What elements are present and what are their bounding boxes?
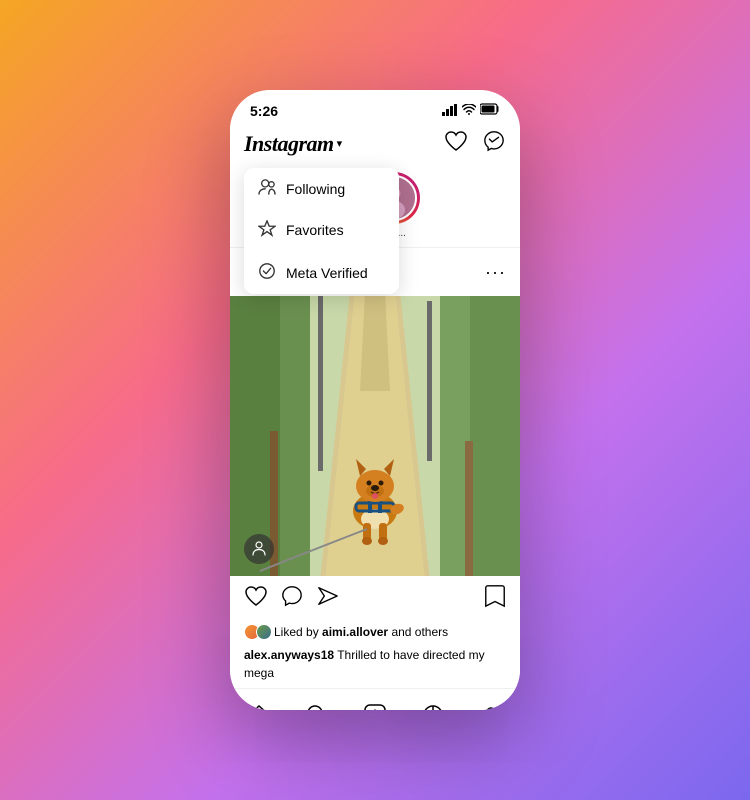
- liked-by-label: Liked by: [274, 625, 319, 639]
- likes-text: Liked by aimi.allover and others: [274, 625, 448, 639]
- likes-row: Liked by aimi.allover and others: [230, 622, 520, 644]
- meta-verified-label: Meta Verified: [286, 265, 368, 281]
- share-button[interactable]: [316, 585, 340, 613]
- favorites-icon: [258, 220, 276, 240]
- comment-button[interactable]: [280, 585, 304, 613]
- battery-icon: [480, 102, 500, 120]
- favorites-label: Favorites: [286, 222, 344, 238]
- likes-avatars: [244, 624, 268, 640]
- dropdown-item-favorites[interactable]: Favorites: [244, 209, 399, 251]
- chevron-down-icon[interactable]: ▾: [337, 137, 343, 151]
- like-button[interactable]: [244, 585, 268, 613]
- nav-add-button[interactable]: [355, 697, 395, 710]
- like-avatar-2: [256, 624, 272, 640]
- nav-profile-button[interactable]: [471, 697, 511, 710]
- status-icons: [442, 102, 500, 120]
- signal-icon: [442, 104, 458, 119]
- wifi-icon: [462, 104, 476, 119]
- bookmark-button[interactable]: [484, 584, 506, 614]
- liker-name[interactable]: aimi.allover: [322, 625, 388, 639]
- dropdown-item-meta-verified[interactable]: Meta Verified: [244, 251, 399, 294]
- instagram-logo[interactable]: Instagram ▾: [244, 131, 342, 157]
- status-time: 5:26: [250, 103, 278, 119]
- caption-row: alex.anyways18 Thrilled to have directed…: [230, 644, 520, 688]
- nav-icons: [444, 130, 506, 158]
- status-bar: 5:26: [230, 90, 520, 126]
- messenger-icon[interactable]: [482, 130, 506, 158]
- following-icon: [258, 179, 276, 198]
- post-more-button[interactable]: ···: [485, 262, 506, 283]
- nav-search-button[interactable]: [297, 697, 337, 710]
- top-nav: Instagram ▾ Following Favor: [230, 126, 520, 166]
- phone-frame: 5:26 Instagram ▾: [230, 90, 520, 710]
- user-tag-icon: [251, 540, 267, 559]
- post-image: [230, 296, 520, 576]
- meta-verified-icon: [258, 262, 276, 283]
- dropdown-item-following[interactable]: Following: [244, 168, 399, 209]
- dropdown-menu: Following Favorites Meta Verified: [244, 168, 399, 294]
- user-tag-overlay[interactable]: [244, 534, 274, 564]
- post-actions: [230, 576, 520, 622]
- following-label: Following: [286, 181, 345, 197]
- nav-reels-button[interactable]: [413, 697, 453, 710]
- nav-home-button[interactable]: [239, 697, 279, 710]
- heart-icon[interactable]: [444, 130, 468, 158]
- caption-text: alex.anyways18 Thrilled to have directed…: [244, 648, 485, 680]
- logo-text: Instagram: [244, 131, 334, 157]
- action-icons-left: [244, 585, 484, 613]
- bottom-nav: [230, 688, 520, 710]
- likes-suffix: and others: [391, 625, 448, 639]
- caption-username[interactable]: alex.anyways18: [244, 648, 334, 662]
